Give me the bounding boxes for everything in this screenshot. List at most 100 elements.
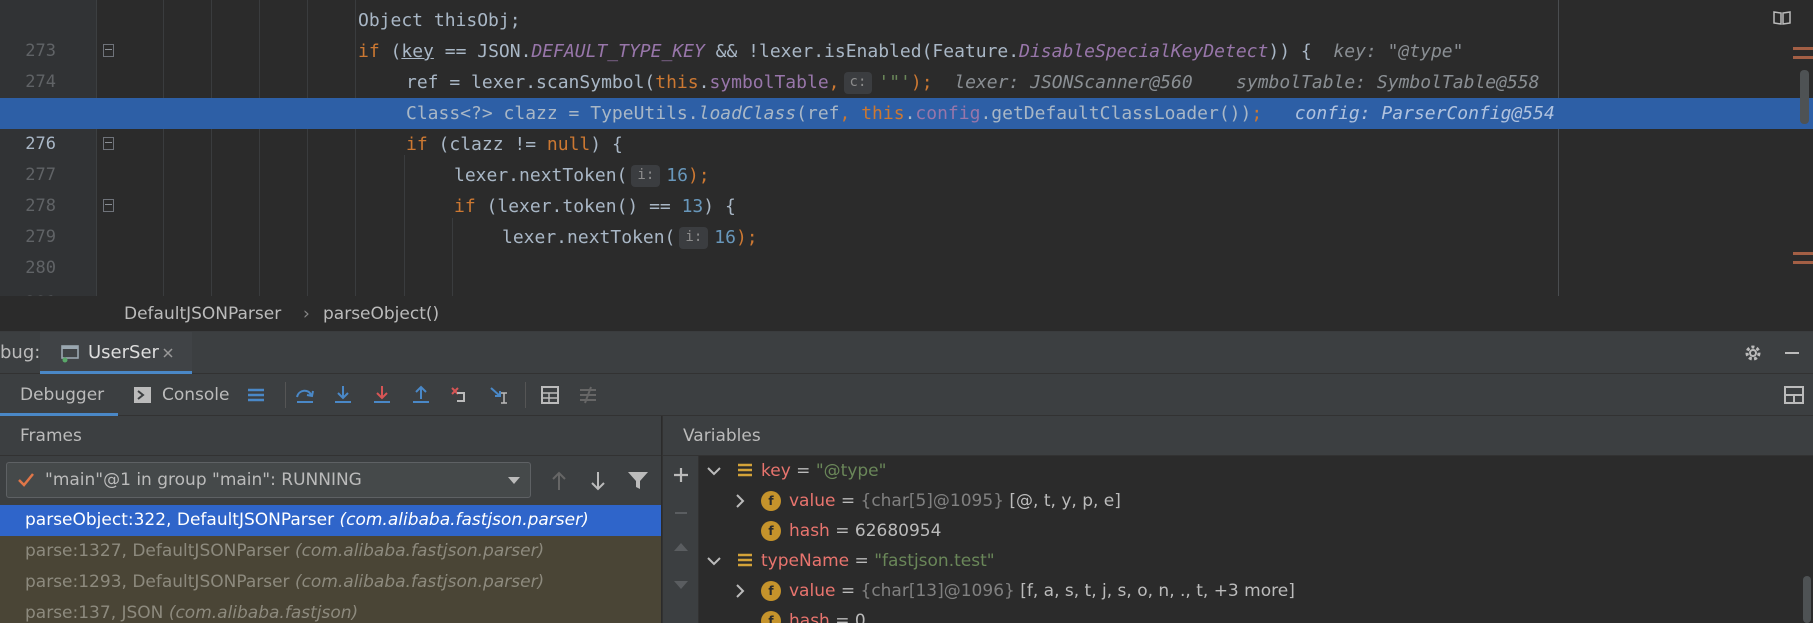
chevron-down-icon[interactable] bbox=[707, 456, 721, 486]
frame-package: (com.alibaba.fastjson.parser) bbox=[339, 510, 589, 530]
arrow-up-icon[interactable] bbox=[550, 470, 568, 492]
code-line[interactable]: 274 if (key == JSON.DEFAULT_TYPE_KEY && … bbox=[0, 36, 1813, 92]
fold-marker-icon[interactable] bbox=[103, 137, 114, 150]
arrow-up-icon[interactable] bbox=[672, 540, 690, 554]
keyword: this bbox=[861, 103, 905, 124]
variable-type: {char[5]@1095} bbox=[860, 491, 1005, 511]
arrow-down-icon[interactable] bbox=[589, 470, 607, 492]
frame-row[interactable]: parse:1293, DefaultJSONParser (com.aliba… bbox=[0, 567, 661, 598]
frame-row[interactable]: parse:1327, DefaultJSONParser (com.aliba… bbox=[0, 536, 661, 567]
variable-equals: = bbox=[829, 611, 855, 623]
line-number[interactable]: 281 bbox=[0, 288, 56, 296]
variables-side-toolbar bbox=[663, 456, 699, 623]
current-execution-line[interactable]: 276 Class<?> clazz = TypeUtils.loadClass… bbox=[0, 98, 1813, 154]
code-editor[interactable]: 273 Object thisObj; 274 if (key == JSON.… bbox=[0, 0, 1813, 296]
code-text: Class<?> clazz = TypeUtils.loadClass(ref… bbox=[406, 98, 1555, 129]
drop-frame-icon[interactable] bbox=[449, 384, 471, 406]
debug-label: bug: bbox=[0, 342, 41, 363]
code-text: lexer.nextToken(i: 16); bbox=[502, 222, 758, 253]
frame-method: parse:137, JSON bbox=[25, 603, 169, 623]
gear-icon[interactable] bbox=[1743, 343, 1763, 363]
code-line[interactable]: 278 lexer.nextToken(i: 16); bbox=[0, 160, 1813, 216]
minus-icon[interactable] bbox=[672, 504, 690, 522]
variable-name: value bbox=[789, 491, 836, 511]
frame-row[interactable]: parse:137, JSON (com.alibaba.fastjson) bbox=[0, 598, 661, 623]
breadcrumb-method[interactable]: parseObject() bbox=[323, 296, 439, 332]
close-icon[interactable] bbox=[162, 347, 174, 359]
code-line[interactable]: 280 lexer.nextToken(i: 16); bbox=[0, 222, 1813, 278]
variable-equals: = bbox=[835, 491, 861, 511]
breadcrumb-class[interactable]: DefaultJSONParser bbox=[124, 296, 281, 332]
trace-stream-icon[interactable] bbox=[577, 384, 599, 406]
toolbar-separator bbox=[525, 382, 526, 408]
code-token: ); bbox=[687, 165, 710, 186]
frame-row[interactable]: parseObject:322, DefaultJSONParser (com.… bbox=[0, 505, 661, 536]
number-token: 16 bbox=[666, 165, 688, 186]
code-line[interactable]: 277 if (clazz != null) { bbox=[0, 129, 1813, 185]
variables-scrollbar-thumb[interactable] bbox=[1803, 576, 1811, 623]
arrow-down-icon[interactable] bbox=[672, 578, 690, 592]
force-step-into-icon[interactable] bbox=[371, 384, 393, 406]
variable-value: 0 bbox=[854, 611, 866, 623]
layout-settings-icon[interactable] bbox=[1783, 384, 1805, 406]
debug-session-name: UserSer bbox=[88, 342, 159, 363]
chevron-right-icon[interactable] bbox=[733, 486, 747, 516]
debug-session-tab[interactable]: UserSer bbox=[40, 332, 192, 374]
error-stripe-marker[interactable] bbox=[1793, 47, 1813, 50]
code-token: key bbox=[401, 41, 434, 62]
code-line[interactable]: 275 ref = lexer.scanSymbol(this.symbolTa… bbox=[0, 67, 1813, 123]
code-token: ); bbox=[735, 227, 758, 248]
keyword: null bbox=[546, 134, 591, 155]
code-token: .getDefaultClassLoader()) bbox=[980, 103, 1252, 124]
debug-inline-value: config: ParserConfig@554 bbox=[1294, 103, 1555, 124]
code-line[interactable]: 281 bbox=[0, 257, 1813, 296]
code-text: ref = lexer.scanSymbol(this.symbolTable,… bbox=[406, 67, 1539, 98]
code-line[interactable]: 279 if (lexer.token() == 13) { bbox=[0, 191, 1813, 247]
parameter-hint: i: bbox=[631, 165, 661, 187]
step-out-icon[interactable] bbox=[410, 384, 432, 406]
filter-icon[interactable] bbox=[627, 471, 649, 491]
run-to-cursor-icon[interactable] bbox=[488, 384, 510, 406]
code-token: && !lexer.isEnabled(Feature. bbox=[704, 41, 1020, 62]
code-token: ) { bbox=[703, 196, 736, 217]
variable-equals: = bbox=[829, 521, 855, 541]
thread-selector[interactable]: "main"@1 in group "main": RUNNING bbox=[6, 462, 531, 498]
variable-value: "@type" bbox=[815, 461, 887, 481]
code-line[interactable]: 273 Object thisObj; bbox=[0, 5, 1813, 61]
frames-layout-icon[interactable] bbox=[245, 384, 267, 406]
error-stripe-marker[interactable] bbox=[1793, 252, 1813, 255]
keyword: if bbox=[358, 41, 380, 62]
local-variable-icon bbox=[738, 463, 752, 477]
code-text: if (clazz != null) { bbox=[406, 129, 623, 160]
fold-marker-icon[interactable] bbox=[103, 199, 114, 212]
plus-icon[interactable] bbox=[672, 466, 690, 484]
local-variable-icon bbox=[738, 553, 752, 567]
code-text: if (key == JSON.DEFAULT_TYPE_KEY && !lex… bbox=[358, 36, 1463, 67]
debug-inline-value: key: "@type" bbox=[1333, 41, 1464, 62]
code-token: ref = lexer.scanSymbol( bbox=[406, 72, 656, 93]
minimize-icon[interactable] bbox=[1782, 343, 1802, 363]
variable-equals: = bbox=[835, 581, 861, 601]
code-token: ); bbox=[910, 72, 933, 93]
chevron-down-icon[interactable] bbox=[507, 476, 521, 485]
code-token: , bbox=[828, 72, 840, 93]
frame-method: parseObject:322, DefaultJSONParser bbox=[25, 510, 340, 530]
error-stripe-marker[interactable] bbox=[1793, 56, 1813, 59]
variable-name: hash bbox=[789, 521, 830, 541]
step-over-icon[interactable] bbox=[294, 384, 316, 406]
code-token: , bbox=[839, 103, 851, 124]
code-token: (clazz != bbox=[427, 134, 547, 155]
chevron-right-icon[interactable] bbox=[733, 576, 747, 606]
tab-console[interactable]: Console bbox=[134, 374, 234, 416]
editor-scrollbar-thumb[interactable] bbox=[1800, 70, 1809, 124]
reader-mode-icon[interactable] bbox=[1773, 10, 1791, 26]
fold-marker-icon[interactable] bbox=[103, 44, 114, 57]
variables-title: Variables bbox=[663, 416, 1813, 456]
evaluate-expression-icon[interactable] bbox=[539, 384, 561, 406]
tab-debugger[interactable]: Debugger bbox=[0, 374, 118, 416]
code-token: ) { bbox=[590, 134, 623, 155]
error-stripe-marker[interactable] bbox=[1793, 261, 1813, 264]
code-token: lexer.nextToken( bbox=[502, 227, 676, 248]
step-into-icon[interactable] bbox=[332, 384, 354, 406]
chevron-down-icon[interactable] bbox=[707, 546, 721, 576]
